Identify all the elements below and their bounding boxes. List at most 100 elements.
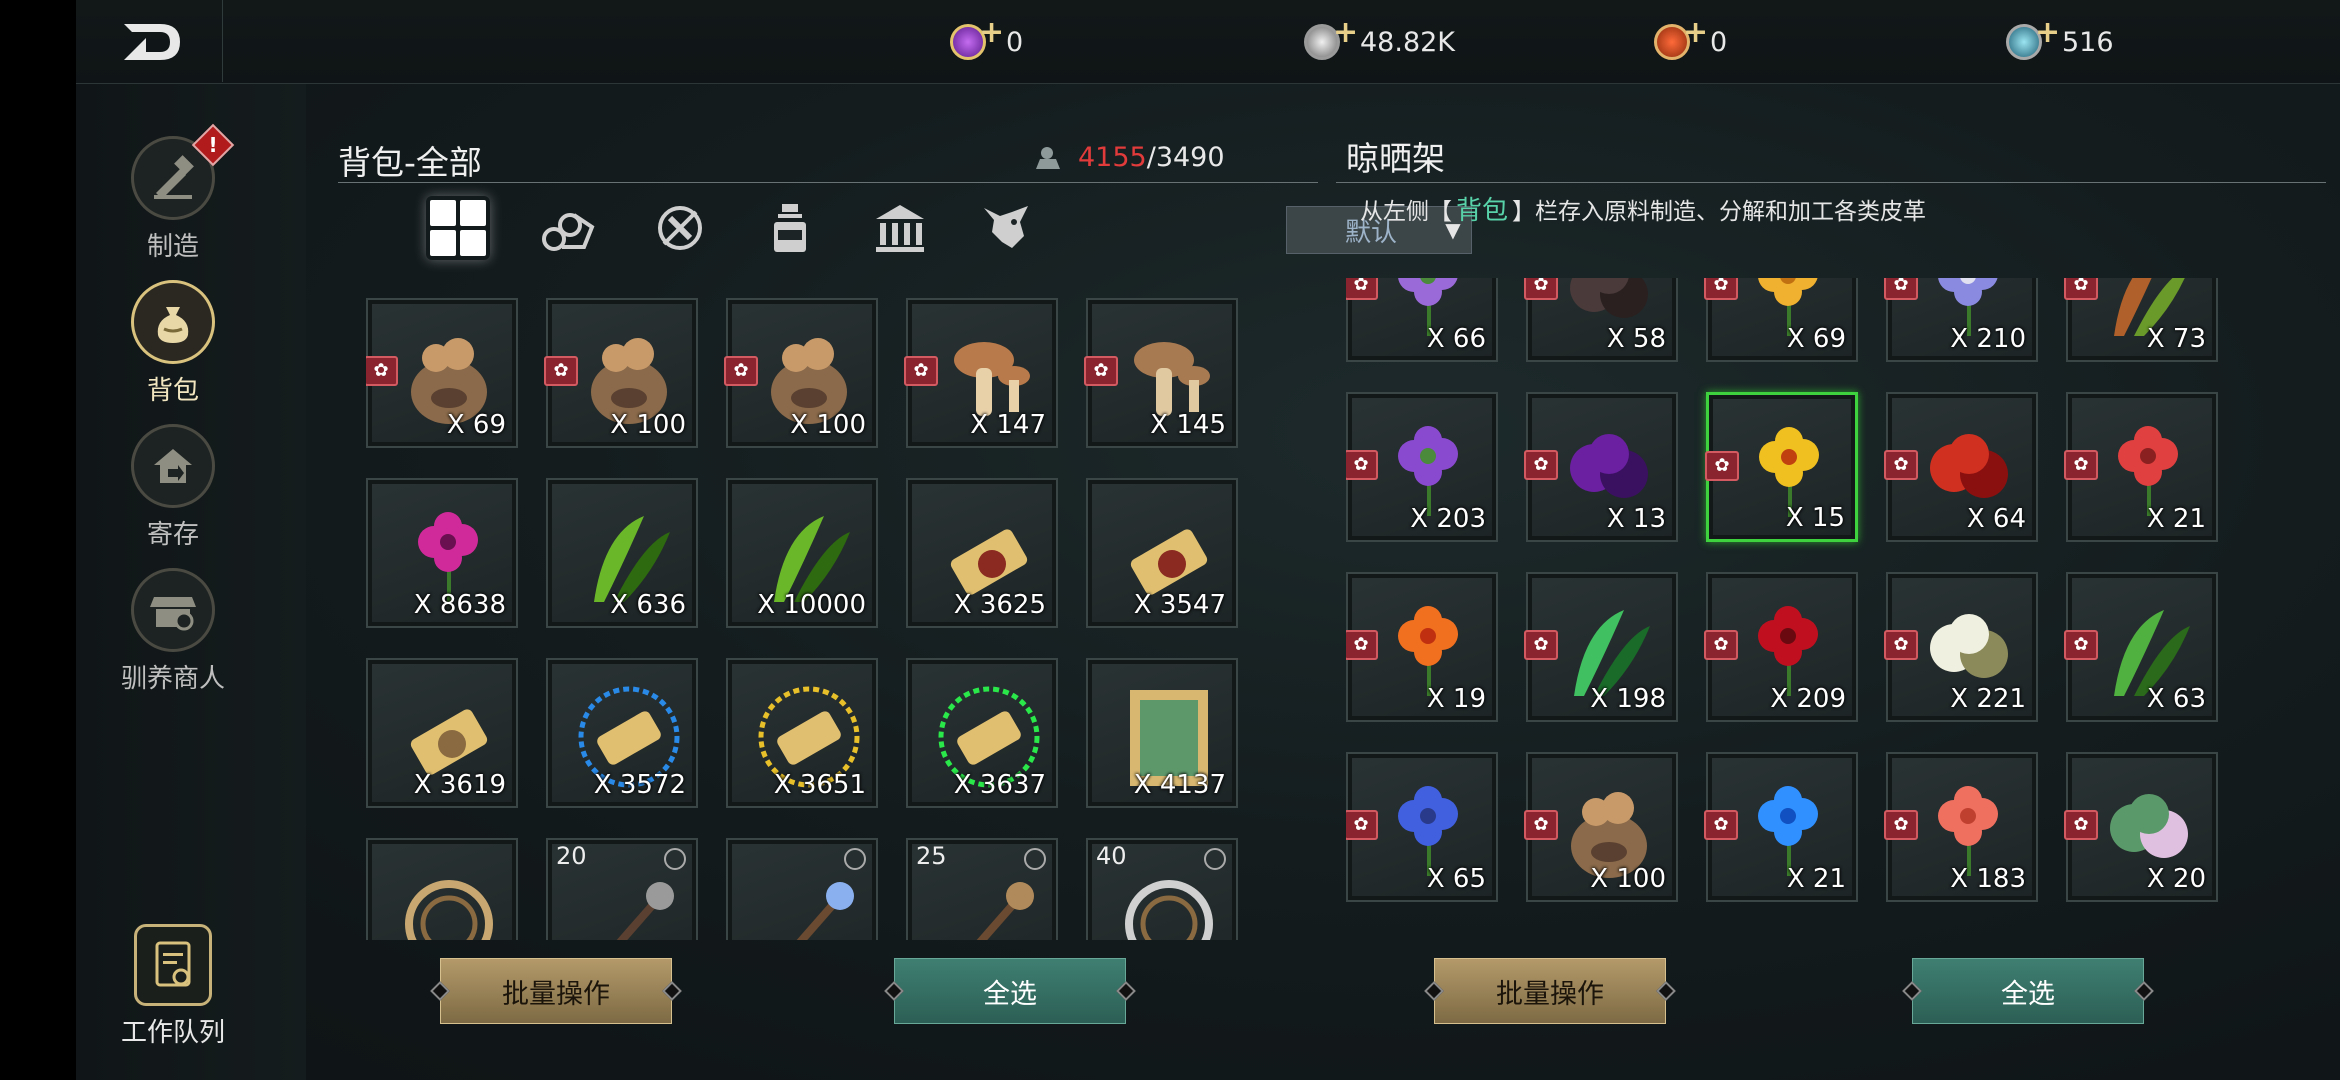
item-quantity: X 3547 xyxy=(1133,590,1226,620)
item-slot[interactable]: X 3637 xyxy=(906,658,1058,808)
item-slot[interactable]: ✿ X 203 xyxy=(1346,392,1498,542)
item-slot[interactable]: ✿ X 63 xyxy=(2064,572,2218,722)
work-queue-button[interactable]: 工作队列 xyxy=(98,924,248,1049)
item-slot[interactable]: ✿ X 66 xyxy=(1346,278,1498,362)
rack-select-all-button[interactable]: 全选 xyxy=(1902,958,2154,1024)
backpack-select-all-button[interactable]: 全选 xyxy=(884,958,1136,1024)
divider xyxy=(1336,182,2326,183)
tab-materials[interactable] xyxy=(536,196,600,260)
currency-silver-coin[interactable]: + 48.82K xyxy=(1304,15,1456,66)
item-quantity: X 100 xyxy=(1590,864,1666,894)
item-slot[interactable]: 20 xyxy=(546,838,698,940)
hint-keyword: 背包 xyxy=(1456,196,1509,226)
item-slot[interactable]: ✿ X 100 xyxy=(724,298,878,448)
item-slot[interactable]: ✿ X 100 xyxy=(544,298,698,448)
item-slot[interactable]: ✿ X 183 xyxy=(1884,752,2038,902)
backpack-batch-button[interactable]: 批量操作 xyxy=(430,958,682,1024)
item-quantity: X 66 xyxy=(1426,324,1486,354)
sidebar-item-bag[interactable]: 背包 xyxy=(98,280,248,407)
item-slot[interactable]: ✿ X 221 xyxy=(1884,572,2038,722)
item-quantity: X 58 xyxy=(1606,324,1666,354)
item-quantity: X 64 xyxy=(1966,504,2026,534)
item-slot[interactable]: X 3572 xyxy=(546,658,698,808)
item-level: 25 xyxy=(916,842,947,870)
link-chain-icon xyxy=(664,848,686,870)
back-arrow-icon[interactable] xyxy=(116,14,188,70)
item-slot[interactable]: X 3547 xyxy=(1086,478,1238,628)
tab-consumables[interactable] xyxy=(758,196,822,260)
gear-badge-icon: ✿ xyxy=(2064,278,2098,300)
item-slot[interactable]: 25 xyxy=(906,838,1058,940)
gear-badge-icon: ✿ xyxy=(1524,278,1558,300)
item-slot[interactable]: ✿ X 65 xyxy=(1346,752,1498,902)
item-slot[interactable]: 40 xyxy=(1086,838,1238,940)
currency-teal-gem[interactable]: + 516 xyxy=(2006,15,2114,66)
item-slot[interactable]: ✿ X 209 xyxy=(1704,572,1858,722)
item-slot[interactable]: X 3651 xyxy=(726,658,878,808)
item-slot[interactable]: ✿ X 21 xyxy=(1704,752,1858,902)
backpack-title: 背包-全部 xyxy=(338,143,482,182)
item-slot[interactable]: ✿ X 100 xyxy=(1524,752,1678,902)
item-slot[interactable]: ✿ X 198 xyxy=(1524,572,1678,722)
pet-creature-icon xyxy=(984,206,1028,248)
item-slot[interactable]: ✿ X 21 xyxy=(2064,392,2218,542)
sidebar-item-label: 制造 xyxy=(146,232,199,262)
item-slot[interactable]: X 636 xyxy=(546,478,698,628)
item-slot[interactable]: ✿ X 19 xyxy=(1346,572,1498,722)
item-slot[interactable]: ✿ X 58 xyxy=(1524,278,1678,362)
sidebar-item-label: 背包 xyxy=(146,376,199,406)
web-bow-icon xyxy=(1125,880,1213,940)
capacity-max: 3490 xyxy=(1155,142,1225,173)
rack-batch-button[interactable]: 批量操作 xyxy=(1424,958,1676,1024)
silver-coin-icon: + xyxy=(1304,15,1358,60)
capacity-sep: / xyxy=(1146,142,1156,173)
item-quantity: X 100 xyxy=(790,410,866,440)
item-slot[interactable]: X 3625 xyxy=(906,478,1058,628)
currency-purple-gem[interactable]: + 0 xyxy=(950,15,1023,66)
tab-weapons[interactable] xyxy=(648,196,712,260)
rack-grid: ✿ X 66 ✿ X 58 ✿ X 69 ✿ X 210 ✿ X 73 ✿ X 203 ✿ X 13 ✿ X … xyxy=(1346,278,2306,940)
item-slot[interactable]: X 10000 xyxy=(726,478,878,628)
item-quantity: X 3625 xyxy=(953,590,1046,620)
bank-building-icon xyxy=(876,205,924,252)
item-slot[interactable]: ✿ X 145 xyxy=(1084,298,1238,448)
tab-treasure[interactable] xyxy=(868,196,932,260)
spear-icon xyxy=(976,882,1034,940)
item-slot[interactable]: X 3619 xyxy=(366,658,518,808)
item-slot[interactable]: ✿ X 15 xyxy=(1705,392,1858,542)
currency-value: 516 xyxy=(2062,26,2114,58)
gear-badge-icon: ✿ xyxy=(1084,356,1118,386)
tab-pets[interactable] xyxy=(974,196,1038,260)
item-slot[interactable]: ✿ X 69 xyxy=(1704,278,1858,362)
gear-badge-icon: ✿ xyxy=(544,356,578,386)
item-slot[interactable]: X 4137 xyxy=(1086,658,1238,808)
item-quantity: X 10000 xyxy=(757,590,866,620)
item-quantity: X 20 xyxy=(2146,864,2206,894)
gear-badge-icon: ✿ xyxy=(1524,810,1558,840)
item-quantity: X 203 xyxy=(1410,504,1486,534)
item-slot[interactable]: ✿ X 147 xyxy=(904,298,1058,448)
top-divider xyxy=(222,0,223,82)
item-slot[interactable]: ✿ X 69 xyxy=(366,298,518,448)
button-label: 全选 xyxy=(2001,978,2055,1010)
sidebar-item-storage[interactable]: 寄存 xyxy=(98,424,248,551)
item-slot[interactable] xyxy=(726,838,878,940)
item-slot[interactable] xyxy=(366,838,518,940)
gear-badge-icon: ✿ xyxy=(2064,630,2098,660)
item-slot[interactable]: X 8638 xyxy=(366,478,518,628)
merchant-shop-icon xyxy=(131,568,215,652)
currency-orange-coin[interactable]: + 0 xyxy=(1654,15,1727,66)
weight-icon xyxy=(1034,145,1064,171)
tab-all[interactable] xyxy=(426,196,490,260)
item-slot[interactable]: ✿ X 64 xyxy=(1884,392,2038,542)
sidebar-item-craft[interactable]: ! 制造 xyxy=(98,123,248,263)
item-slot[interactable]: ✿ X 73 xyxy=(2064,278,2218,362)
item-quantity: X 73 xyxy=(2146,324,2206,354)
teal-gem-icon: + xyxy=(2006,15,2060,60)
item-slot[interactable]: ✿ X 210 xyxy=(1884,278,2038,362)
item-slot[interactable]: ✿ X 20 xyxy=(2064,752,2218,902)
item-slot[interactable]: ✿ X 13 xyxy=(1524,392,1678,542)
sidebar-item-merchant[interactable]: 驯养商人 xyxy=(98,568,248,695)
currency-value: 48.82K xyxy=(1360,26,1456,58)
link-chain-icon xyxy=(844,848,866,870)
